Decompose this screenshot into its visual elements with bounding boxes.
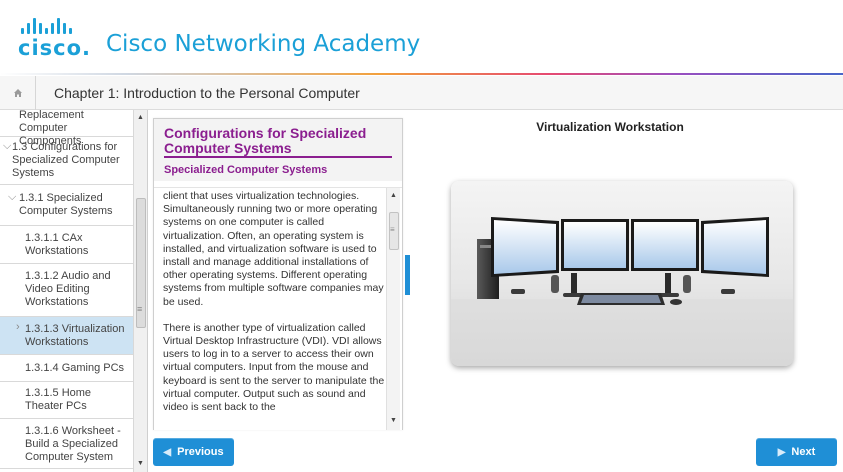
outline-item-topic[interactable]: 1.3.1.2 Audio and Video Editing Workstat… xyxy=(0,264,133,317)
outline-item-topic[interactable]: 1.3.1.5 Home Theater PCs xyxy=(0,382,133,419)
app-window: cisco. Cisco Networking Academy Chapter … xyxy=(0,0,843,472)
scroll-up-arrow-icon[interactable]: ▲ xyxy=(137,114,144,121)
outline-item-label: 1.3.1.5 Home Theater PCs xyxy=(25,387,92,412)
outline-item-label: 1.3.1.2 Audio and Video Editing Workstat… xyxy=(25,270,111,308)
content-text: client that uses virtualization technolo… xyxy=(163,190,385,427)
previous-button[interactable]: ◀ Previous xyxy=(153,438,234,466)
content-subtitle: Specialized Computer Systems xyxy=(164,164,328,176)
monitor-array xyxy=(491,217,769,277)
chevron-down-icon: ⌵ xyxy=(8,191,17,203)
content-body[interactable]: client that uses virtualization technolo… xyxy=(154,187,402,430)
outline-item-topic[interactable]: 1.3.1.4 Gaming PCs xyxy=(0,355,133,382)
outline-item-label: 1.3 Configurations for Specialized Compu… xyxy=(12,141,120,179)
outline-item-label: 1.3.1.6 Worksheet - Build a Specialized … xyxy=(25,425,121,463)
next-button[interactable]: ▶ Next xyxy=(756,438,837,466)
chapter-title: Chapter 1: Introduction to the Personal … xyxy=(54,85,360,101)
home-icon xyxy=(13,89,22,97)
previous-button-label: Previous xyxy=(177,446,224,458)
content-card-header: Configurations for Specialized Computer … xyxy=(154,119,402,181)
grip-icon: ≡ xyxy=(390,225,395,234)
title-underline xyxy=(164,156,392,158)
content-scrollbar[interactable]: ▲ ≡ ▼ xyxy=(386,188,400,430)
outline-item-section[interactable]: ⌵ 1.3 Configurations for Specialized Com… xyxy=(0,137,133,185)
content-card: Configurations for Specialized Computer … xyxy=(153,118,403,430)
sidebar-scrollbar[interactable]: ▲ ≡ ▼ xyxy=(133,110,147,472)
home-button[interactable] xyxy=(0,76,36,110)
course-outline-sidebar: Replacement Computer Components ⌵ 1.3 Co… xyxy=(0,110,148,472)
outline-item-subsection[interactable]: ⌵ 1.3.1 Specialized Computer Systems xyxy=(0,185,133,226)
outline-item-topic-active[interactable]: › 1.3.1.3 Virtualization Workstations xyxy=(0,317,133,355)
outline-item-label: 1.3.1.3 Virtualization Workstations xyxy=(25,323,125,348)
grip-icon: ≡ xyxy=(137,304,143,314)
pane-splitter-handle[interactable] xyxy=(405,255,410,295)
outline-list: Replacement Computer Components ⌵ 1.3 Co… xyxy=(0,110,133,469)
chevron-right-icon: › xyxy=(16,321,20,333)
outline-item-label: 1.3.1 Specialized Computer Systems xyxy=(19,192,113,217)
workstation-illustration xyxy=(451,217,793,366)
arrow-right-icon: ▶ xyxy=(777,446,786,458)
content-paragraph: There is another type of virtualization … xyxy=(163,321,385,414)
content-paragraph: client that uses virtualization technolo… xyxy=(163,190,384,308)
media-title: Virtualization Workstation xyxy=(536,120,684,134)
arrow-left-icon: ◀ xyxy=(163,446,172,458)
outline-item-label: 1.3.1.1 CAx Workstations xyxy=(25,232,89,257)
scroll-down-arrow-icon[interactable]: ▼ xyxy=(137,460,144,467)
outline-item-label: 1.3.1.4 Gaming PCs xyxy=(25,362,125,374)
cisco-logo-wordmark: cisco. xyxy=(18,36,91,60)
chapter-bar: Chapter 1: Introduction to the Personal … xyxy=(0,76,843,110)
workstation-image xyxy=(451,181,793,366)
outline-item-topic[interactable]: 1.3.1.6 Worksheet - Build a Specialized … xyxy=(0,419,133,469)
mouse xyxy=(670,299,682,305)
cisco-logo-bars-icon xyxy=(21,16,72,34)
cisco-logo[interactable]: cisco. xyxy=(18,16,98,60)
outline-item-topic[interactable]: 1.3.1.1 CAx Workstations xyxy=(0,226,133,264)
header: cisco. Cisco Networking Academy xyxy=(0,0,843,74)
scroll-down-arrow-icon[interactable]: ▼ xyxy=(390,417,397,424)
chevron-down-icon: ⌵ xyxy=(3,140,12,152)
scroll-up-arrow-icon[interactable]: ▲ xyxy=(390,192,397,199)
brand-title: Cisco Networking Academy xyxy=(106,31,421,57)
header-accent-rule xyxy=(0,73,843,75)
content-title: Configurations for Specialized Computer … xyxy=(164,125,367,156)
next-button-label: Next xyxy=(791,446,816,458)
outline-item[interactable]: Replacement Computer Components xyxy=(0,110,133,147)
